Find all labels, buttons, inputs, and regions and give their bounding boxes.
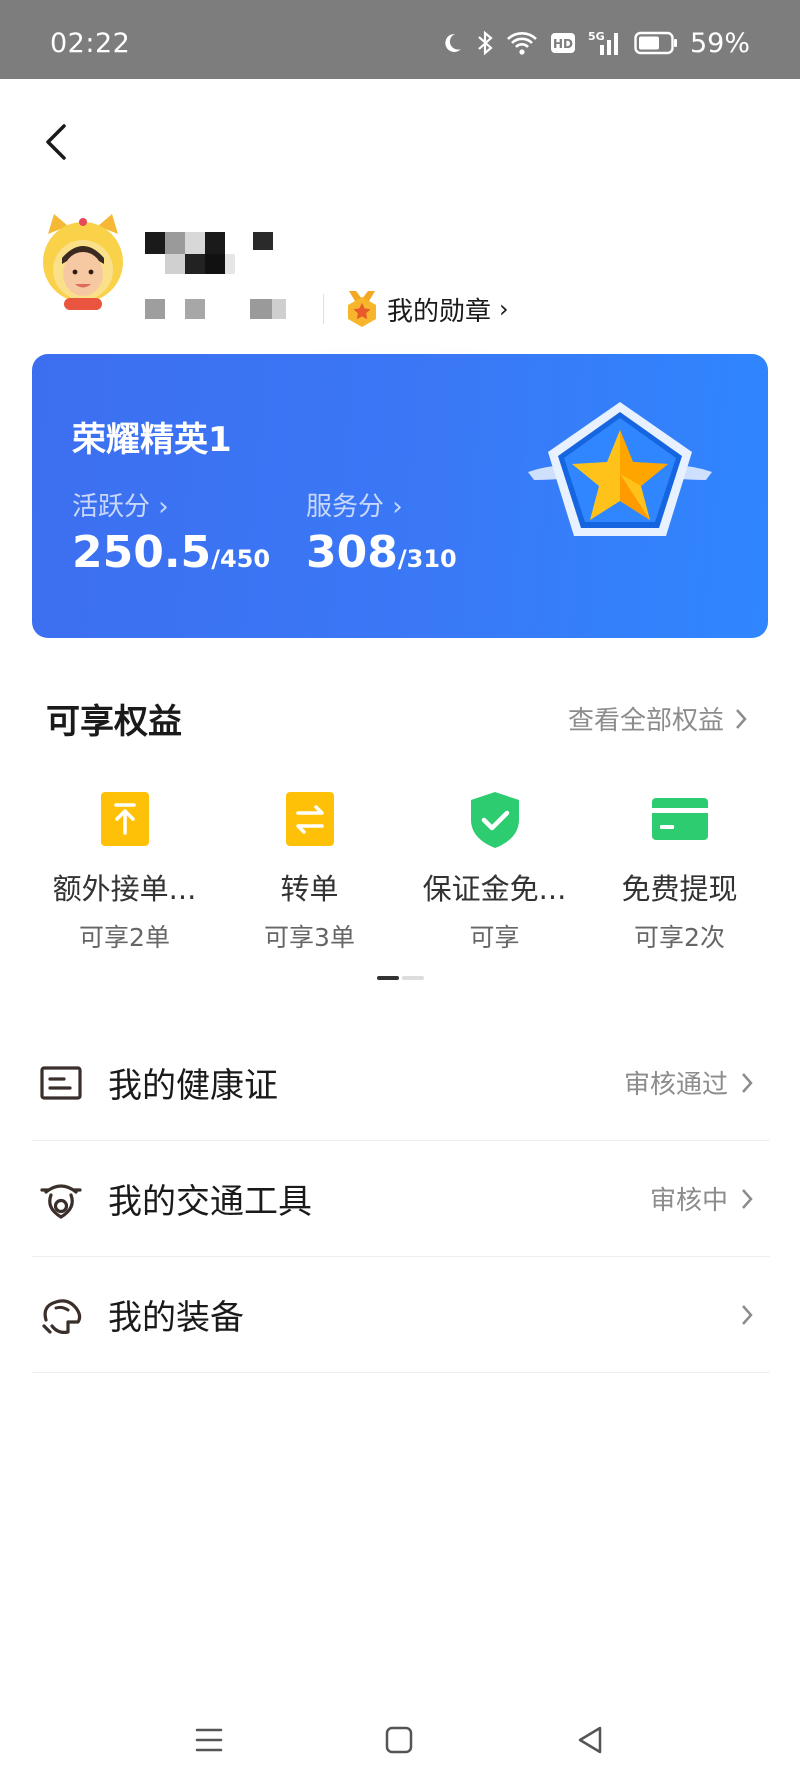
medal-icon	[348, 291, 376, 327]
active-score-label: 活跃分 ›	[72, 492, 169, 522]
active-score-number: 250.5	[72, 527, 212, 578]
header-divider	[323, 294, 324, 324]
benefit-name: 保证金免...	[422, 872, 567, 906]
pager-dot	[402, 976, 424, 980]
benefit-name: 免费提现	[621, 872, 738, 906]
active-score-value: 250.5/450	[72, 527, 270, 578]
service-score[interactable]: 服务分 › 308/310	[306, 486, 457, 578]
back-button[interactable]	[36, 118, 76, 166]
my-medals-link[interactable]: 我的勋章 ›	[345, 287, 509, 331]
chevron-right-icon	[742, 1304, 753, 1325]
hd-icon: HD	[550, 33, 575, 53]
5g-signal-icon: 5G	[588, 30, 618, 55]
back-triangle-icon	[578, 1726, 602, 1754]
pager-dot-active	[377, 976, 399, 980]
chevron-right-icon: ›	[499, 295, 509, 323]
level-star-badge-icon	[528, 402, 712, 536]
chevron-right-icon	[742, 1072, 753, 1093]
benefit-name: 转单	[280, 872, 339, 906]
benefit-sub: 可享2次	[634, 923, 725, 952]
active-score[interactable]: 活跃分 › 250.5/450	[72, 486, 270, 578]
benefit-item[interactable]: 额外接单... 可享2单	[32, 788, 217, 954]
list-item-equipment[interactable]: 我的装备	[32, 1257, 770, 1373]
benefit-item[interactable]: 转单 可享3单	[217, 788, 402, 954]
list-item-label: 我的装备	[108, 1298, 244, 1338]
avatar[interactable]	[40, 212, 126, 312]
nav-menu-button[interactable]	[189, 1720, 229, 1760]
status-bar: 02:22 HD 5G 59%	[0, 0, 800, 79]
equipment-icon	[42, 1298, 82, 1334]
home-square-icon	[385, 1726, 413, 1754]
menu-icon	[195, 1728, 223, 1752]
profile-list: 我的健康证 审核通过 我的交通工具 审核中 我的装备	[32, 1025, 770, 1373]
battery-icon	[634, 31, 677, 55]
chevron-right-icon	[742, 1188, 753, 1209]
moon-icon	[445, 33, 461, 52]
list-item-health-cert[interactable]: 我的健康证 审核通过	[32, 1025, 770, 1141]
view-all-benefits-label: 查看全部权益	[567, 706, 724, 736]
benefits-title: 可享权益	[46, 702, 182, 742]
service-score-value: 308/310	[306, 527, 457, 578]
chevron-right-icon	[736, 708, 747, 729]
status-text: 审核中	[649, 1186, 728, 1216]
status-icons: HD 5G 59%	[440, 27, 750, 59]
upload-arrow-icon	[100, 792, 149, 846]
health-card-icon	[40, 1065, 82, 1100]
status-time: 02:22	[50, 28, 131, 59]
card-icon	[651, 798, 708, 840]
benefit-sub: 可享2单	[79, 923, 170, 952]
my-medals-label: 我的勋章	[387, 296, 492, 327]
shield-check-icon	[470, 792, 519, 848]
active-score-max: /450	[211, 545, 271, 573]
pixelated-subinfo	[145, 299, 286, 319]
list-item-status: 审核中	[650, 1180, 754, 1217]
view-all-benefits-link[interactable]: 查看全部权益	[568, 700, 748, 737]
benefit-sub: 可享3单	[264, 923, 355, 952]
nav-home-button[interactable]	[379, 1720, 419, 1760]
service-score-max: /310	[397, 545, 457, 573]
benefit-item[interactable]: 免费提现 可享2次	[587, 788, 772, 954]
level-card[interactable]: 荣耀精英1 活跃分 › 250.5/450 服务分 › 308/310	[32, 354, 768, 638]
benefits-pager	[377, 976, 424, 980]
wifi-icon	[507, 32, 537, 55]
list-item-label: 我的健康证	[108, 1066, 278, 1106]
svg-text:HD: HD	[553, 37, 573, 51]
service-score-label: 服务分 ›	[306, 492, 403, 522]
list-item-status: 审核通过	[624, 1064, 754, 1101]
benefit-name: 额外接单...	[52, 872, 197, 906]
list-item-label: 我的交通工具	[108, 1182, 312, 1222]
system-nav-bar	[0, 1700, 800, 1787]
service-score-number: 308	[306, 527, 398, 578]
list-item-vehicle[interactable]: 我的交通工具 审核中	[32, 1141, 770, 1257]
back-arrow-icon	[46, 124, 66, 160]
pixelated-name	[145, 232, 273, 274]
swap-arrows-icon	[285, 792, 334, 846]
nav-back-button[interactable]	[570, 1720, 610, 1760]
status-text: 审核通过	[623, 1070, 728, 1100]
level-title: 荣耀精英1	[72, 420, 232, 460]
bluetooth-icon	[478, 30, 493, 56]
benefits-row: 额外接单... 可享2单 转单 可享3单 保证金免... 可享 免费提现 可享2…	[32, 788, 772, 954]
battery-percent: 59%	[689, 27, 750, 59]
benefit-sub: 可享	[469, 923, 520, 952]
vehicle-icon	[40, 1183, 82, 1219]
benefit-item[interactable]: 保证金免... 可享	[402, 788, 587, 954]
svg-text:5G: 5G	[588, 30, 605, 43]
list-item-status	[728, 1303, 754, 1327]
